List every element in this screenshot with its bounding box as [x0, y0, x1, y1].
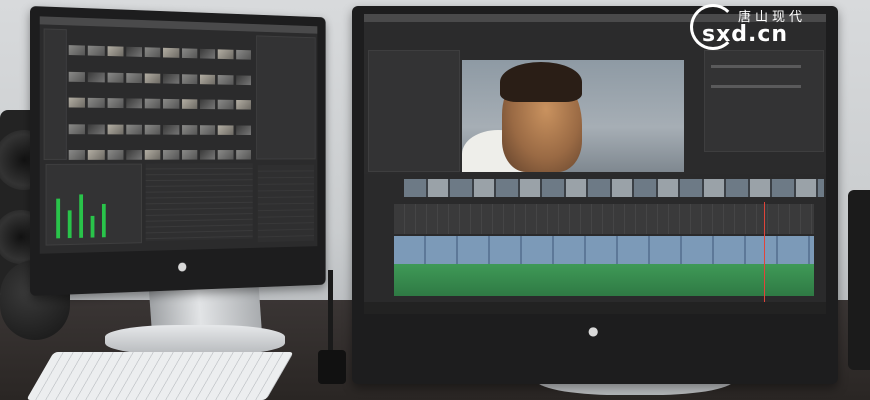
clip-thumbnail[interactable]: [126, 124, 143, 135]
clip-list-table: [145, 163, 253, 242]
clip-thumbnail[interactable]: [126, 72, 143, 83]
clip-thumbnail[interactable]: [107, 72, 124, 83]
clip-thumbnail[interactable]: [144, 150, 161, 161]
clip-thumbnail[interactable]: [68, 71, 86, 82]
page-navigation-bar: [364, 302, 826, 314]
clip-thumbnail[interactable]: [144, 124, 161, 135]
clip-thumbnail[interactable]: [163, 99, 180, 109]
clip-thumbnail[interactable]: [68, 124, 86, 135]
left-monitor-base: [105, 325, 285, 355]
clip-thumbnail[interactable]: [107, 98, 124, 109]
inspector-item[interactable]: [711, 85, 801, 88]
audio-level-meter: [56, 198, 61, 239]
clip-thumbnail[interactable]: [235, 74, 251, 85]
inspector-panel: [704, 50, 824, 152]
clip-thumbnail[interactable]: [126, 150, 143, 161]
clip-thumbnail[interactable]: [107, 150, 124, 161]
clip-thumbnail[interactable]: [88, 98, 105, 109]
apple-logo-icon: ●: [588, 324, 599, 338]
clip-thumbnail[interactable]: [218, 125, 234, 135]
media-pool-thumbnails: [68, 45, 251, 174]
clip-thumbnail[interactable]: [88, 124, 105, 135]
clip-thumbnail[interactable]: [181, 73, 198, 84]
clip-thumbnail[interactable]: [163, 124, 180, 135]
clip-thumbnail[interactable]: [126, 46, 143, 57]
clip-thumbnail[interactable]: [68, 45, 86, 56]
clip-thumbnail[interactable]: [200, 74, 216, 85]
right-screen: [364, 14, 826, 314]
clip-thumbnail[interactable]: [181, 150, 198, 161]
bin-list-panel: [43, 28, 67, 160]
clip-thumbnail[interactable]: [200, 150, 216, 160]
keyboard: [26, 352, 294, 400]
clip-thumbnail[interactable]: [144, 73, 161, 84]
clip-thumbnail[interactable]: [88, 150, 105, 161]
left-screen: [39, 16, 318, 254]
video-viewer[interactable]: [462, 60, 684, 172]
clip-thumbnail[interactable]: [163, 73, 180, 84]
clip-thumbnail[interactable]: [235, 100, 251, 110]
clip-thumbnail[interactable]: [88, 45, 105, 56]
effects-list: [257, 164, 314, 243]
clip-thumbnail[interactable]: [235, 49, 251, 60]
clip-thumbnail[interactable]: [163, 150, 180, 161]
right-speaker: [848, 190, 870, 370]
clip-thumbnail[interactable]: [126, 98, 143, 109]
clip-thumbnail[interactable]: [218, 74, 234, 85]
clip-thumbnail[interactable]: [107, 46, 124, 57]
menu-bar: [39, 16, 318, 34]
watermark-logo: 唐山现代 sxd.cn: [690, 4, 860, 50]
video-track[interactable]: [394, 236, 814, 266]
clip-thumbnail[interactable]: [107, 124, 124, 135]
playhead[interactable]: [764, 202, 765, 302]
clip-thumbnail[interactable]: [68, 150, 86, 161]
clip-thumbnail[interactable]: [200, 99, 216, 110]
audio-level-meter: [90, 215, 95, 238]
clip-thumbnail[interactable]: [218, 49, 234, 60]
clip-thumbnail[interactable]: [200, 125, 216, 135]
clip-thumbnail[interactable]: [68, 97, 86, 108]
clip-thumbnail[interactable]: [181, 99, 198, 110]
clip-thumbnail[interactable]: [218, 99, 234, 110]
viewer-subject-hair: [500, 62, 582, 102]
clip-thumbnail[interactable]: [181, 48, 198, 59]
timeline-ruler[interactable]: [394, 204, 814, 234]
clip-thumbnail[interactable]: [235, 125, 251, 135]
metadata-panel: [256, 35, 316, 160]
clip-thumbnail[interactable]: [163, 47, 180, 58]
clip-thumbnail[interactable]: [88, 71, 105, 82]
pen-holder: [318, 350, 346, 384]
audio-track[interactable]: [394, 264, 814, 296]
clip-thumbnail-strip[interactable]: [404, 179, 824, 197]
clip-thumbnail[interactable]: [181, 124, 198, 135]
clip-thumbnail[interactable]: [218, 150, 234, 160]
audio-mixer-panel: [45, 163, 142, 246]
audio-level-meter: [79, 194, 84, 238]
clip-thumbnail[interactable]: [144, 47, 161, 58]
audio-level-meter: [67, 210, 72, 239]
audio-level-meter: [101, 203, 106, 238]
clip-thumbnail[interactable]: [200, 48, 216, 59]
apple-logo-icon: ●: [177, 259, 187, 274]
watermark-main-text: sxd.cn: [702, 22, 789, 47]
edit-tools-panel: [368, 50, 460, 172]
clip-thumbnail[interactable]: [144, 98, 161, 109]
right-monitor: ●: [352, 6, 838, 384]
clip-thumbnail[interactable]: [235, 150, 251, 160]
left-monitor: ●: [30, 6, 326, 296]
inspector-item[interactable]: [711, 65, 801, 68]
